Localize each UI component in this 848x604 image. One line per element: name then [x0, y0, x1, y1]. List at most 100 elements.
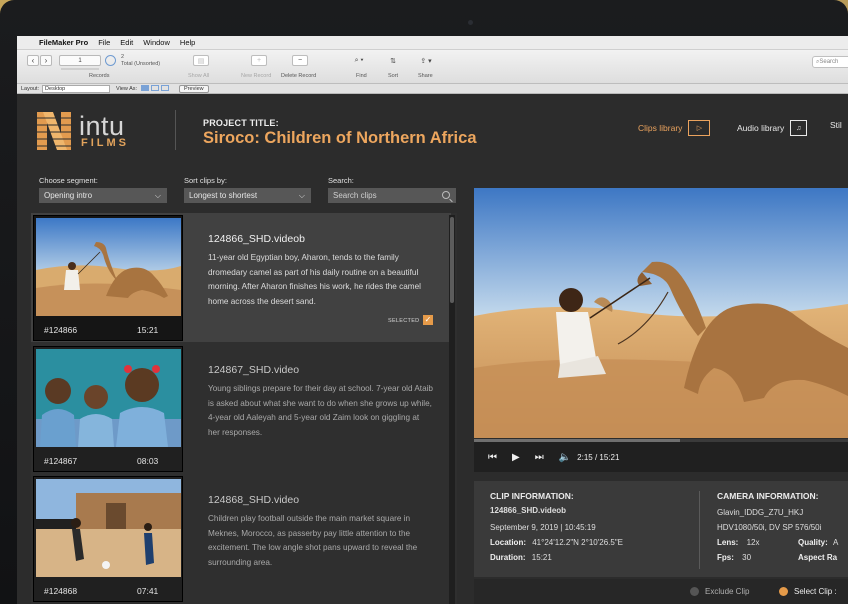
clip-id: #124867 [44, 456, 78, 466]
aspect-label: Aspect Ra [798, 553, 838, 562]
duration-value: 15:21 [531, 553, 552, 562]
table-view-icon[interactable] [161, 85, 170, 92]
clip-id: #124866 [44, 325, 78, 335]
exclude-clip-label[interactable]: Exclude Clip [705, 587, 749, 596]
select-clip-radio[interactable] [779, 587, 788, 596]
new-record-button[interactable]: + [251, 55, 267, 66]
app-layout: intu FILMS PROJECT TITLE: Siroco: Childr… [17, 96, 848, 604]
clip-row[interactable]: #124867 08:03 124867_SHD.video Young sib… [31, 344, 451, 473]
search-icon [442, 191, 450, 199]
share-label: Share [418, 73, 433, 79]
location-label: Location: [490, 538, 526, 547]
sort-label: Sort [388, 73, 399, 79]
layout-value: Desktop [45, 85, 66, 92]
play-icon[interactable]: ▶ [512, 452, 520, 463]
skip-back-icon[interactable]: ⏮ [488, 452, 497, 463]
timecode: 2:15 / 15:21 [577, 452, 620, 462]
project-title: Siroco: Children of Northern Africa [203, 129, 477, 147]
menu-bar: FileMaker Pro File Edit Window Help [17, 36, 848, 50]
fps-value: 30 [742, 553, 752, 562]
share-button[interactable]: ⇪ ▾ [415, 55, 437, 66]
quick-find-placeholder: Search [819, 59, 839, 65]
nav-stills[interactable]: Stil [830, 120, 842, 130]
nav-audio-library[interactable]: Audio library ♫ [737, 120, 808, 136]
duration-label: Duration: [490, 553, 526, 562]
show-all-label: Show All [188, 73, 210, 79]
record-slider[interactable] [61, 68, 99, 70]
sort-clips-value: Longest to shortest [189, 191, 258, 200]
menu-edit[interactable]: Edit [120, 38, 133, 47]
quality-value: A [833, 538, 839, 547]
next-record-button[interactable]: › [40, 55, 52, 66]
selected-label: SELECTED [388, 318, 420, 324]
show-all-button[interactable]: ▤ [193, 55, 209, 66]
total-count: 2 [121, 54, 125, 60]
fps-label: Fps: [717, 553, 734, 562]
view-as-toggle[interactable] [141, 85, 171, 92]
location-value: 41°24'12.2"N 2°10'26.5"E [532, 538, 623, 547]
plus-icon: + [256, 57, 262, 64]
delete-record-label: Delete Record [281, 73, 317, 79]
list-view-icon[interactable] [151, 85, 160, 92]
chevron-down-icon: ⌵ [154, 191, 161, 200]
clip-row[interactable]: #124868 07:41 124868_SHD.video Children … [31, 474, 451, 603]
delete-record-button[interactable]: − [292, 55, 308, 66]
search-clips-input[interactable]: Search clips [328, 188, 456, 203]
clip-info-header: CLIP INFORMATION: [490, 491, 574, 501]
layout-bar: Layout: Desktop View As: Preview [17, 84, 848, 94]
search-clips-label: Search: [328, 176, 354, 185]
nav-audio-label: Audio library [737, 123, 785, 133]
prev-record-button[interactable]: ‹ [27, 55, 39, 66]
clip-row[interactable]: #124866 15:21 124866_SHD.videob 11-year … [31, 213, 451, 342]
logo-subtext: FILMS [81, 137, 129, 149]
clip-name: 124867_SHD.video [208, 364, 300, 376]
quality-label: Quality: [798, 538, 828, 547]
clip-id: #124868 [44, 586, 78, 596]
menu-file[interactable]: File [98, 38, 110, 47]
exclude-clip-radio[interactable] [690, 587, 699, 596]
scrollbar-thumb[interactable] [450, 217, 454, 303]
search-clips-placeholder: Search clips [333, 191, 377, 200]
clip-thumbnail-children[interactable] [36, 349, 181, 447]
skip-forward-icon[interactable]: ⏭ [535, 452, 544, 463]
screen: FileMaker Pro File Edit Window Help ‹ › … [17, 36, 848, 604]
clip-list: #124866 15:21 124866_SHD.videob 11-year … [31, 213, 457, 604]
sort-clips-label: Sort clips by: [184, 176, 227, 185]
quick-find-input[interactable]: ⌕Search [812, 56, 848, 68]
chevron-right-icon: › [44, 56, 48, 65]
menu-app-name[interactable]: FileMaker Pro [39, 38, 88, 47]
clip-thumbnail-frame: #124867 08:03 [33, 346, 183, 472]
sort-icon: ⇅ [390, 57, 396, 65]
nav-clips-library[interactable]: Clips library ▷ [638, 120, 711, 136]
info-divider [699, 491, 700, 569]
clip-name: 124868_SHD.video [208, 494, 300, 506]
clip-thumbnail-football[interactable] [36, 479, 181, 577]
layout-select[interactable]: Desktop [42, 84, 111, 93]
film-icon: ▷ [688, 120, 711, 136]
segment-select[interactable]: Opening intro ⌵ [39, 188, 167, 203]
record-number-field[interactable]: 1 [59, 55, 101, 66]
clip-duration: 08:03 [137, 456, 159, 466]
show-all-icon: ▤ [197, 57, 205, 65]
logo-n-icon [37, 112, 71, 150]
menu-window[interactable]: Window [143, 38, 170, 47]
share-icon: ⇪ ▾ [420, 57, 432, 65]
form-view-icon[interactable] [141, 85, 150, 92]
preview-button[interactable]: Preview [179, 84, 209, 93]
clip-list-scrollbar[interactable] [449, 215, 455, 604]
clip-thumbnail-camel[interactable] [36, 218, 181, 316]
camera-format: HDV1080/50i, DV SP 576/50i [717, 523, 822, 532]
sort-clips-select[interactable]: Longest to shortest ⌵ [184, 188, 311, 203]
video-preview[interactable] [474, 188, 848, 438]
lens-label: Lens: [717, 538, 739, 547]
menu-help[interactable]: Help [180, 38, 195, 47]
volume-icon[interactable]: 🔈 [559, 452, 571, 463]
webcam [468, 20, 473, 25]
select-clip-label[interactable]: Select Clip : [794, 587, 837, 596]
nav-stills-label: Stil [830, 120, 842, 130]
camera-info-header: CAMERA INFORMATION: [717, 491, 819, 501]
view-as-label: View As: [116, 85, 138, 92]
find-button[interactable]: ⌕ ▾ [347, 55, 371, 66]
selected-checkbox[interactable]: ✓ [423, 315, 433, 325]
sort-button[interactable]: ⇅ [385, 55, 401, 66]
